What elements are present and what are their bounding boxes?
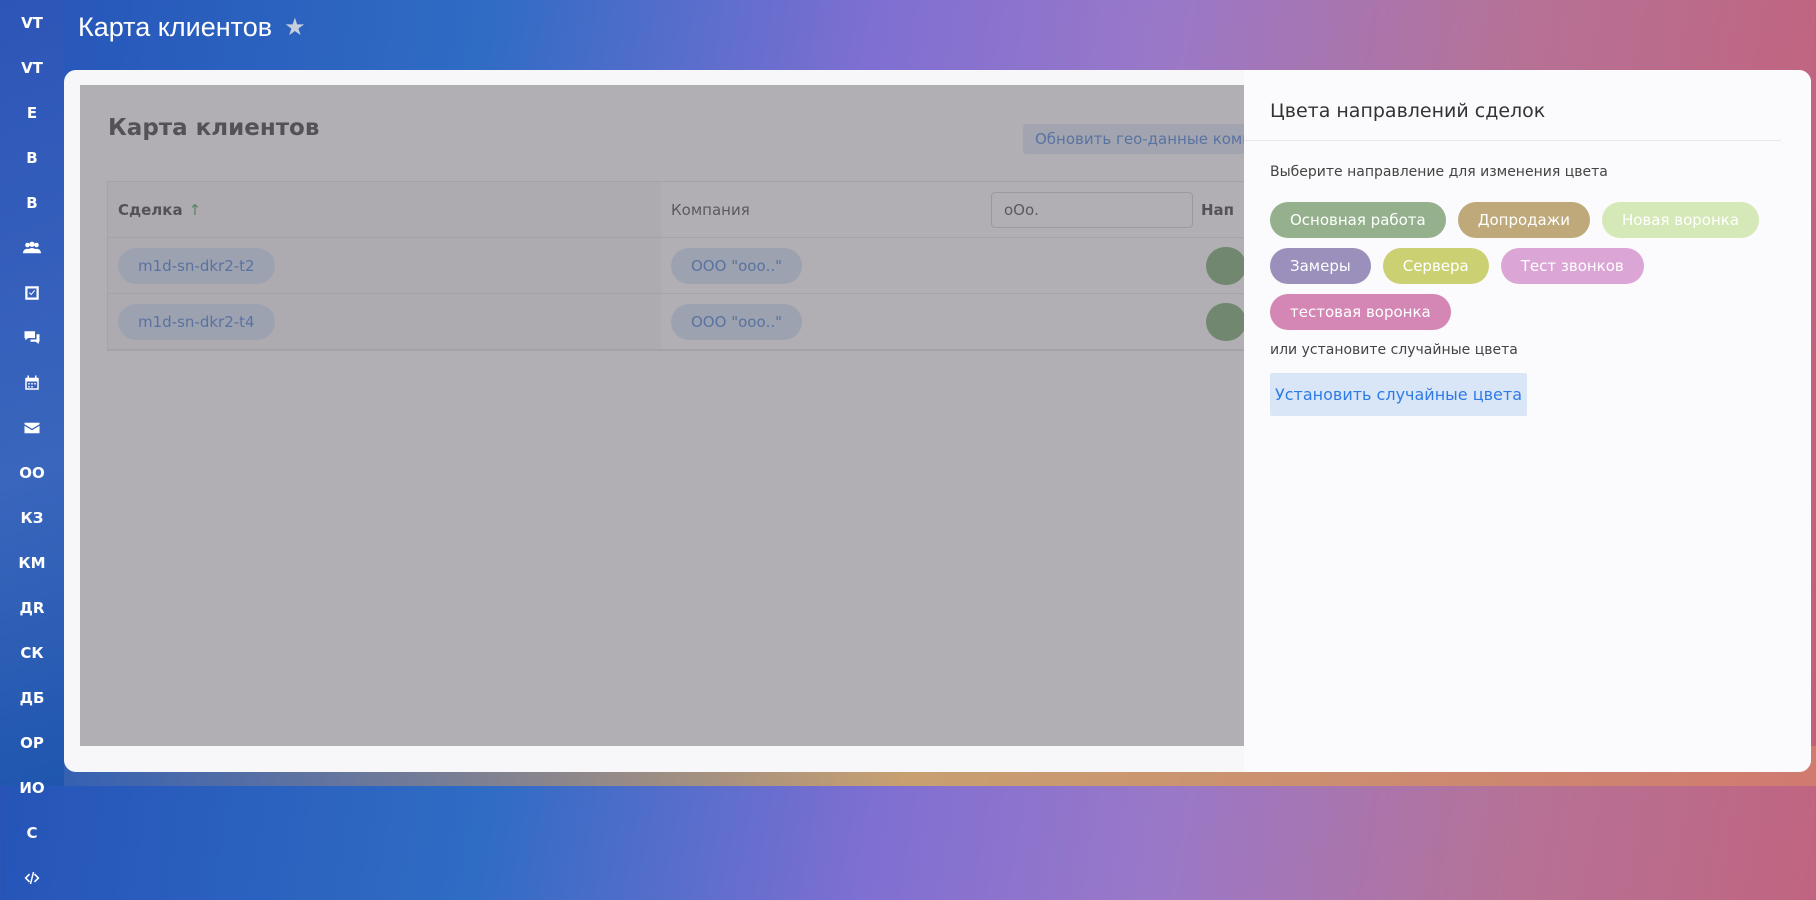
page-header: Карта клиентов ★ [78, 12, 306, 43]
direction-chip[interactable]: Сервера [1382, 248, 1489, 284]
sidebar-item[interactable]: ДR [0, 585, 64, 630]
sidebar-item[interactable]: ДБ [0, 675, 64, 720]
star-icon[interactable]: ★ [284, 13, 306, 42]
deal-colors-sidepanel: Цвета направлений сделок Выберите направ… [1244, 70, 1811, 772]
sidebar-item[interactable]: VT [0, 0, 64, 45]
company-link[interactable]: ООО "ооо.." [671, 303, 803, 340]
direction-chip[interactable]: Новая воронка [1601, 202, 1760, 238]
sidebar: VT VT E B B OO КЗ КМ ДR СК ДБ ОР ИО С [0, 0, 64, 884]
table-row: m1d-sn-dkr2-t4 ООО "ооо.." [108, 294, 1244, 350]
direction-chip[interactable]: Тест звонков [1500, 248, 1644, 284]
table-row: m1d-sn-dkr2-t2 ООО "ооо.." [108, 238, 1244, 294]
code-icon[interactable] [0, 855, 64, 900]
direction-chip[interactable]: тестовая воронка [1270, 294, 1451, 330]
mail-icon[interactable] [0, 405, 64, 450]
column-deal[interactable]: Сделка ↑ [108, 182, 661, 237]
panel-title: Цвета направлений сделок [1270, 100, 1546, 122]
direction-chip[interactable]: Замеры [1270, 248, 1371, 284]
page-title: Карта клиентов [78, 12, 273, 42]
sidebar-item[interactable]: E [0, 90, 64, 135]
content-card: Карта клиентов Обновить гео-данные компа… [64, 70, 1811, 772]
users-icon[interactable] [0, 225, 64, 270]
direction-badge[interactable] [1206, 302, 1244, 341]
deals-table: Сделка ↑ Компания Нап m1d-sn-dkr2-t2 ООО … [107, 181, 1244, 351]
company-search-input[interactable] [991, 192, 1193, 228]
calendar-icon[interactable] [0, 360, 64, 405]
sidebar-item[interactable]: ОР [0, 720, 64, 765]
sidebar-item[interactable]: OO [0, 450, 64, 495]
sidebar-item[interactable]: B [0, 180, 64, 225]
update-geo-button[interactable]: Обновить гео-данные компаний [1023, 124, 1244, 154]
column-direction[interactable]: Нап [1201, 201, 1234, 219]
column-deal-label: Сделка [118, 200, 183, 219]
sidebar-item[interactable]: ИО [0, 765, 64, 810]
direction-badge[interactable] [1206, 246, 1244, 285]
company-link[interactable]: ООО "ооо.." [671, 247, 803, 284]
direction-chips: Основная работа Допродажи Новая воронка Зам… [1270, 202, 1790, 330]
deal-link[interactable]: m1d-sn-dkr2-t4 [118, 303, 275, 340]
sidebar-item[interactable]: С [0, 810, 64, 855]
sidebar-item[interactable]: КЗ [0, 495, 64, 540]
random-label: или установите случайные цвета [1270, 342, 1518, 358]
direction-chip[interactable]: Допродажи [1457, 202, 1590, 238]
deal-link[interactable]: m1d-sn-dkr2-t2 [118, 247, 275, 284]
chat-icon[interactable] [0, 315, 64, 360]
sidebar-item[interactable]: VT [0, 45, 64, 90]
column-company-label: Компания [671, 200, 750, 219]
task-icon[interactable] [0, 270, 64, 315]
direction-chip[interactable]: Основная работа [1270, 202, 1446, 238]
column-company[interactable]: Компания Нап [661, 182, 1244, 237]
table-header: Сделка ↑ Компания Нап [108, 182, 1244, 238]
section-title: Карта клиентов [108, 115, 320, 141]
sidebar-item[interactable]: B [0, 135, 64, 180]
set-random-colors-button[interactable]: Установить случайные цвета [1270, 373, 1527, 416]
sort-up-icon: ↑ [188, 200, 202, 219]
panel-subtitle: Выберите направление для изменения цвета [1270, 164, 1608, 180]
divider [1244, 140, 1781, 141]
client-map-panel: Карта клиентов Обновить гео-данные компа… [80, 85, 1244, 746]
sidebar-item[interactable]: СК [0, 630, 64, 675]
sidebar-item[interactable]: КМ [0, 540, 64, 585]
